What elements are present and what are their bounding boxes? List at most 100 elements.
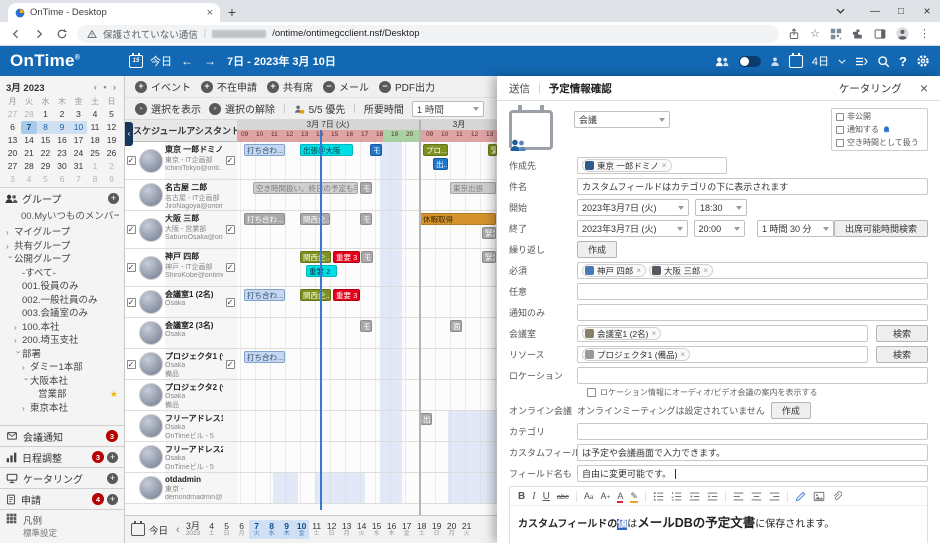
browser-menu-icon[interactable]: ⋮ [919, 27, 930, 40]
tree-item[interactable]: 003.会議室のみ [0, 307, 124, 321]
mini-calendar-day[interactable]: 31 [70, 160, 87, 173]
datebar-day[interactable]: 5日 [219, 520, 234, 539]
calendar-event[interactable]: 打ち合わ... [244, 289, 285, 301]
tab-close-icon[interactable]: × [207, 8, 213, 18]
mini-calendar-day[interactable]: 30 [54, 160, 71, 173]
browser-tab[interactable]: OnTime - Desktop × [8, 3, 220, 22]
mini-calendar-day[interactable]: 11 [87, 121, 104, 134]
calendar-event[interactable]: 出.. [420, 413, 432, 425]
row-timeline[interactable] [237, 473, 497, 503]
mini-calendar-day[interactable]: 4 [21, 173, 38, 186]
window-maximize-button[interactable]: □ [888, 6, 914, 17]
calendar-event[interactable]: モ.. [361, 251, 373, 263]
chips-input[interactable]: プロジェクタ1 (備品)× [577, 346, 868, 363]
mini-calendar-day[interactable]: 9 [54, 121, 71, 134]
window-close-button[interactable]: × [914, 4, 940, 18]
include-checkbox[interactable]: ✓ [226, 156, 235, 165]
chip-remove-icon[interactable]: × [662, 161, 667, 170]
align-right-icon[interactable] [769, 491, 780, 502]
datebar-day[interactable]: 19日 [429, 520, 444, 539]
mini-calendar-day[interactable]: 16 [54, 134, 71, 147]
extension-qr-icon[interactable] [830, 28, 842, 40]
bold-icon[interactable]: B [518, 490, 525, 502]
help-icon[interactable]: ? [899, 54, 907, 69]
mini-calendar-day[interactable]: 23 [54, 147, 71, 160]
mini-calendar-nav[interactable]: ‹ • › [94, 82, 118, 92]
mini-calendar-day[interactable]: 6 [54, 173, 71, 186]
mini-calendar-day[interactable]: 24 [70, 147, 87, 160]
calendar-event[interactable]: モ.. [370, 144, 382, 156]
calendar-event[interactable]: 重要 3 [333, 251, 360, 263]
underline-icon[interactable]: U [543, 490, 550, 502]
image-icon[interactable] [813, 491, 825, 502]
calendar-event[interactable]: 緊急... [482, 227, 496, 239]
sidebar-item-request[interactable]: 申請4+ [0, 488, 124, 509]
person-chip[interactable]: プロジェクタ1 (備品)× [582, 348, 690, 361]
mini-calendar-day[interactable]: 26 [103, 147, 120, 160]
datebar-day[interactable]: 17金 [399, 520, 414, 539]
highlight-icon[interactable]: ✎ [630, 490, 638, 502]
field-input[interactable] [577, 423, 928, 440]
mini-calendar-day[interactable]: 2 [103, 160, 120, 173]
toolbar-button[interactable]: +共有席 [267, 79, 313, 94]
mini-calendar-day[interactable]: 27 [4, 108, 21, 121]
panel-close-icon[interactable]: × [920, 80, 928, 96]
field-input[interactable] [577, 367, 928, 384]
datebar-prev-icon[interactable]: ‹ [176, 524, 180, 536]
prev-period-button[interactable]: ← [179, 54, 195, 68]
mini-calendar-day[interactable]: 12 [103, 121, 120, 134]
mini-calendar-day[interactable]: 28 [21, 108, 38, 121]
row-timeline[interactable]: 出.. [237, 411, 497, 441]
align-center-icon[interactable] [751, 491, 762, 502]
toolbar-button[interactable]: +不在申請 [201, 79, 257, 94]
mini-calendar-day[interactable]: 28 [21, 160, 38, 173]
datebar-day[interactable]: 6月 [234, 520, 249, 539]
mini-calendar-day[interactable]: 14 [21, 134, 38, 147]
tree-item[interactable]: ›100.本社 [0, 321, 124, 335]
attachment-icon[interactable] [832, 491, 842, 502]
row-checkbox[interactable]: ✓ [127, 156, 136, 165]
align-left-icon[interactable] [733, 491, 744, 502]
datebar-day[interactable]: 16木 [384, 520, 399, 539]
option-checkbox[interactable] [836, 126, 844, 134]
mini-calendar-day[interactable]: 8 [87, 173, 104, 186]
toolbar-button[interactable]: −メール [323, 79, 369, 94]
calendar-event[interactable]: 出.. [433, 158, 448, 170]
datebar-day[interactable]: 7火 [249, 520, 264, 539]
toolbar-button[interactable]: −PDF出力 [379, 79, 435, 94]
tree-item[interactable]: 営業部★ [0, 388, 124, 402]
chip-remove-icon[interactable]: × [703, 266, 708, 275]
mini-calendar-day[interactable]: 1 [87, 160, 104, 173]
search-button[interactable]: 検索 [876, 325, 928, 342]
row-checkbox[interactable]: ✓ [127, 360, 136, 369]
mini-calendar-day[interactable]: 5 [103, 108, 120, 121]
mini-calendar-day[interactable]: 13 [4, 134, 21, 147]
option-checkbox[interactable] [836, 113, 844, 121]
people-resource-toggle[interactable] [739, 56, 761, 67]
include-checkbox[interactable]: ✓ [226, 225, 235, 234]
outdent-icon[interactable] [689, 491, 700, 502]
create-online-meeting-button[interactable]: 作成 [771, 402, 811, 419]
duration-select[interactable]: 1 時間 30 分 [757, 220, 834, 237]
datebar-day[interactable]: 4土 [204, 520, 219, 539]
mini-calendar-day[interactable]: 10 [70, 121, 87, 134]
create-repeat-button[interactable]: 作成 [577, 241, 617, 258]
row-checkbox[interactable]: ✓ [127, 263, 136, 272]
row-timeline[interactable] [237, 442, 497, 472]
row-timeline[interactable]: 打ち合わ...出張＠大阪モ..プロ...出..緊 [237, 142, 497, 179]
datebar-day[interactable]: 8水 [264, 520, 279, 539]
row-timeline[interactable]: 空き時間扱い。終日の予定も可能...モ..東京出張 [237, 180, 497, 210]
tree-item[interactable]: ›東京本社 [0, 402, 124, 416]
calendar-event[interactable]: 緊 [488, 144, 497, 156]
mini-calendar-day[interactable]: 5 [37, 173, 54, 186]
datebar-day[interactable]: 15水 [369, 520, 384, 539]
calendar-event[interactable]: 打ち合わ... [244, 351, 285, 363]
numbered-list-icon[interactable] [671, 491, 682, 502]
tree-item[interactable]: ›共有グループ [0, 240, 124, 254]
chips-input[interactable]: 神戸 四郎×大阪 三郎× [577, 262, 928, 279]
chip-remove-icon[interactable]: × [636, 266, 641, 275]
mini-calendar-day[interactable]: 9 [103, 173, 120, 186]
sidebar-collapse-handle[interactable]: ‹ [125, 122, 133, 146]
view-days-selector[interactable]: 4日 [812, 53, 829, 69]
font-increase-icon[interactable]: A+ [601, 490, 611, 502]
